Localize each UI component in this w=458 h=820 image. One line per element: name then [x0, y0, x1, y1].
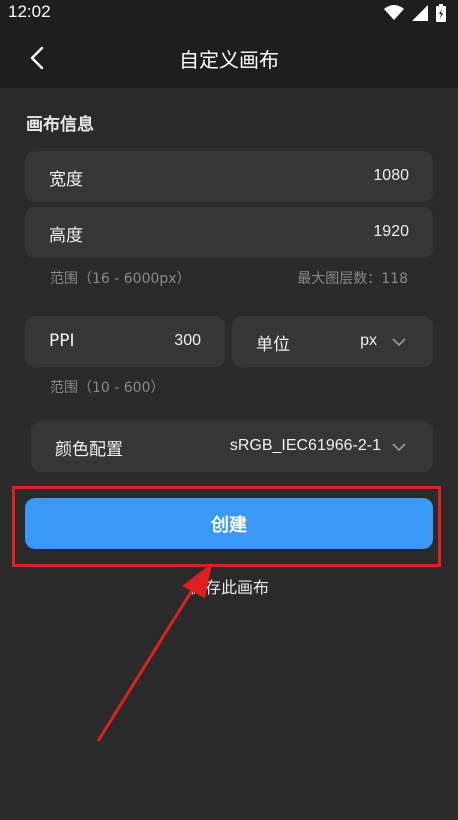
status-bar: 12:02 — [0, 0, 458, 26]
annotation-arrowhead — [182, 563, 212, 598]
wifi-icon — [384, 5, 404, 20]
title-bar: 自定义画布 — [0, 26, 458, 88]
status-time: 12:02 — [8, 2, 51, 21]
annotation-arrow — [96, 563, 212, 742]
signal-icon — [412, 5, 428, 21]
status-icons — [384, 4, 446, 22]
page-title: 自定义画布 — [179, 48, 279, 72]
battery-icon — [436, 4, 446, 22]
main-content: 画布信息 宽度 1080 高度 1920 范围（16 - 6000px） 最大图… — [0, 88, 458, 820]
